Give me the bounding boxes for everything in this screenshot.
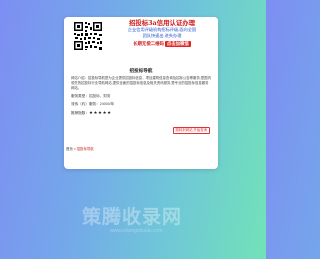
banner-bottom-text: 长期无偿二维码 xyxy=(133,41,164,46)
site-description: 网站介绍：招投标导航是为企业提供招投标信息、项目建筑信息查询及招标公告等服务,是… xyxy=(71,76,211,90)
rating-row: 推荐指数：★★★★★ xyxy=(71,110,211,116)
watermark: 策腾收录网 xyxy=(82,207,183,228)
price-value: 24000/年 xyxy=(99,102,115,106)
category-value: 招投标、财务 xyxy=(88,94,111,98)
qr-code-icon xyxy=(73,21,103,51)
banner-title: 招投标3a信用认证办理 xyxy=(128,19,196,27)
ad-banner[interactable]: 招投标3a信用认证办理 企业信用评级机构招标评级,面向全国 团队快速出 进失办理… xyxy=(64,17,218,64)
breadcrumb-link[interactable]: 招投标导航 xyxy=(77,147,94,151)
banner-badge[interactable]: 点击加微信 xyxy=(164,41,191,47)
watermark-url: www.cetengshoulu.com xyxy=(110,228,163,234)
price-row: 流传（约）服务：24000/年 xyxy=(71,102,211,107)
category-row: 服务类型：招投标、财务 xyxy=(71,94,211,99)
breadcrumb: 首页 > 招投标导航 xyxy=(66,147,94,152)
site-title: 招投标导航 xyxy=(129,68,153,73)
breadcrumb-home[interactable]: 首页 > xyxy=(66,147,76,151)
site-detail: 招投标导航 网站介绍：招投标导航是为企业提供招投标信息、项目建筑信息查询及招标公… xyxy=(64,67,218,116)
banner-bottom: 长期无偿二维码 点击加微信 xyxy=(109,41,215,47)
banner-text: 招投标3a信用认证办理 企业信用评级机构招标评级,面向全国 团队快速出 进失办理… xyxy=(109,19,215,47)
price-label: 流传（约）服务： xyxy=(71,102,100,106)
category-label: 服务类型： xyxy=(71,94,89,98)
rating-label: 推荐指数： xyxy=(71,111,89,115)
rating-stars: ★★★★★ xyxy=(88,110,112,115)
visit-site-button[interactable]: 跳转到网站 开始查询 xyxy=(172,127,210,134)
banner-line-2: 团队快速出 进失办理 xyxy=(142,33,182,38)
